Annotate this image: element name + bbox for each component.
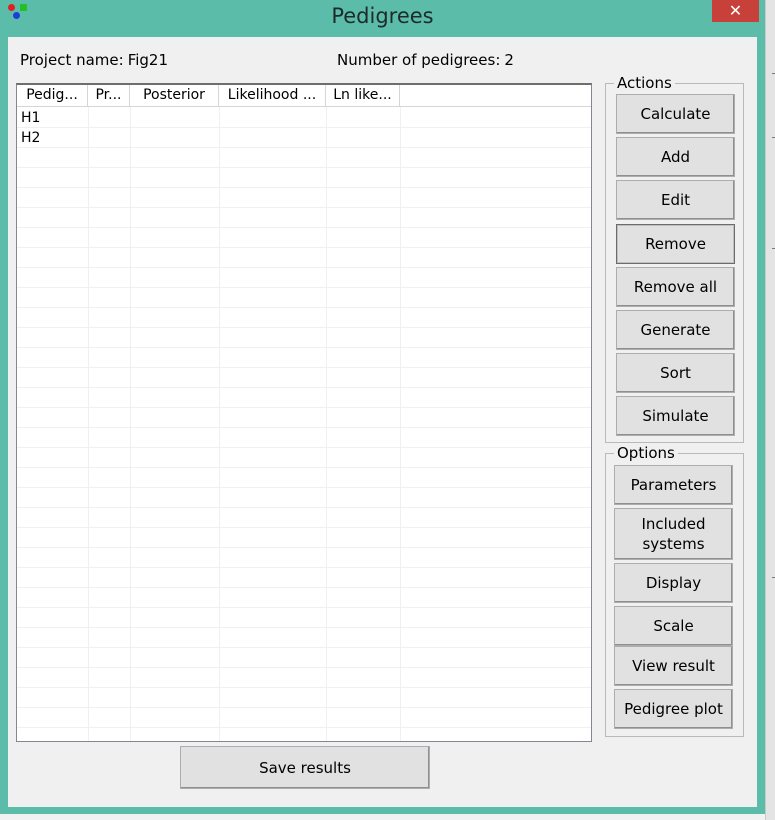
project-name-value: Fig21 bbox=[127, 51, 168, 69]
remove-all-button[interactable]: Remove all bbox=[616, 267, 735, 307]
grid-line bbox=[17, 687, 591, 688]
grid-line bbox=[17, 607, 591, 608]
scale-button[interactable]: Scale bbox=[614, 606, 733, 646]
table-row[interactable]: H2 bbox=[17, 128, 591, 148]
grid-line bbox=[17, 167, 591, 168]
project-name: Project name: Fig21 bbox=[20, 51, 168, 69]
options-group: Options Parameters Included systems Disp… bbox=[605, 445, 744, 737]
grid-line bbox=[400, 107, 401, 741]
pedigree-list[interactable]: Pedig... Pr... Posterior Likelihood ... … bbox=[16, 83, 592, 742]
list-header: Pedig... Pr... Posterior Likelihood ... … bbox=[17, 85, 591, 107]
background-window-edge-bottom bbox=[0, 814, 765, 820]
grid-line bbox=[17, 267, 591, 268]
grid-line bbox=[17, 447, 591, 448]
grid-line bbox=[17, 287, 591, 288]
grid-line bbox=[17, 407, 591, 408]
grid-line bbox=[17, 587, 591, 588]
pedigree-count-label: Number of pedigrees: bbox=[337, 51, 501, 69]
grid-line bbox=[17, 387, 591, 388]
display-button[interactable]: Display bbox=[614, 563, 733, 603]
calculate-button[interactable]: Calculate bbox=[616, 94, 735, 134]
pedigree-count-value: 2 bbox=[504, 51, 514, 69]
pedigree-plot-button[interactable]: Pedigree plot bbox=[614, 689, 733, 729]
column-header-likelihood[interactable]: Likelihood ... bbox=[219, 85, 326, 106]
grid-line bbox=[17, 567, 591, 568]
included-systems-button[interactable]: Included systems bbox=[614, 508, 733, 560]
grid-line bbox=[17, 647, 591, 648]
grid-line bbox=[17, 367, 591, 368]
background-window-edge bbox=[765, 0, 775, 820]
dialog-body: Project name: Fig21 Number of pedigrees: 2… bbox=[8, 37, 757, 807]
actions-group: Actions Calculate Add Edit Remove Remove… bbox=[605, 75, 744, 443]
pedigree-cell: H1 bbox=[21, 110, 41, 126]
column-header-posterior[interactable]: Posterior bbox=[130, 85, 219, 106]
column-header-ln-likelihood[interactable]: Ln like... bbox=[326, 85, 400, 106]
grid-line bbox=[17, 347, 591, 348]
grid-line bbox=[17, 207, 591, 208]
grid-line bbox=[17, 467, 591, 468]
grid-line bbox=[17, 307, 591, 308]
remove-button[interactable]: Remove bbox=[616, 224, 735, 264]
options-group-title: Options bbox=[614, 445, 678, 462]
save-results-button[interactable]: Save results bbox=[180, 746, 430, 789]
grid-line bbox=[130, 107, 131, 741]
project-name-label: Project name: bbox=[20, 51, 124, 69]
parameters-button[interactable]: Parameters bbox=[614, 465, 733, 505]
view-result-button[interactable]: View result bbox=[614, 646, 733, 686]
grid-line bbox=[17, 707, 591, 708]
close-button[interactable]: ✕ bbox=[712, 0, 759, 22]
actions-group-title: Actions bbox=[614, 75, 675, 92]
grid-line bbox=[17, 427, 591, 428]
add-button[interactable]: Add bbox=[616, 137, 735, 177]
pedigree-count: Number of pedigrees: 2 bbox=[337, 51, 514, 69]
edit-button[interactable]: Edit bbox=[616, 180, 735, 220]
window-title: Pedigrees bbox=[331, 4, 434, 28]
grid-line bbox=[17, 327, 591, 328]
generate-button[interactable]: Generate bbox=[616, 310, 735, 350]
column-header-pedigree[interactable]: Pedig... bbox=[17, 85, 88, 106]
grid-line bbox=[88, 107, 89, 741]
grid-line bbox=[219, 107, 220, 741]
grid-line bbox=[17, 247, 591, 248]
simulate-button[interactable]: Simulate bbox=[616, 396, 735, 436]
pedigree-cell: H2 bbox=[21, 130, 41, 146]
column-header-prior[interactable]: Pr... bbox=[88, 85, 130, 106]
grid-line bbox=[326, 107, 327, 741]
grid-line bbox=[17, 667, 591, 668]
grid-line bbox=[17, 187, 591, 188]
grid-line bbox=[17, 147, 591, 148]
sort-button[interactable]: Sort bbox=[616, 353, 735, 393]
grid-line bbox=[17, 507, 591, 508]
grid-line bbox=[17, 527, 591, 528]
grid-line bbox=[17, 547, 591, 548]
table-row[interactable]: H1 bbox=[17, 108, 591, 128]
grid-line bbox=[17, 227, 591, 228]
grid-line bbox=[17, 487, 591, 488]
grid-line bbox=[17, 727, 591, 728]
grid-line bbox=[17, 627, 591, 628]
grid-line bbox=[17, 127, 591, 128]
